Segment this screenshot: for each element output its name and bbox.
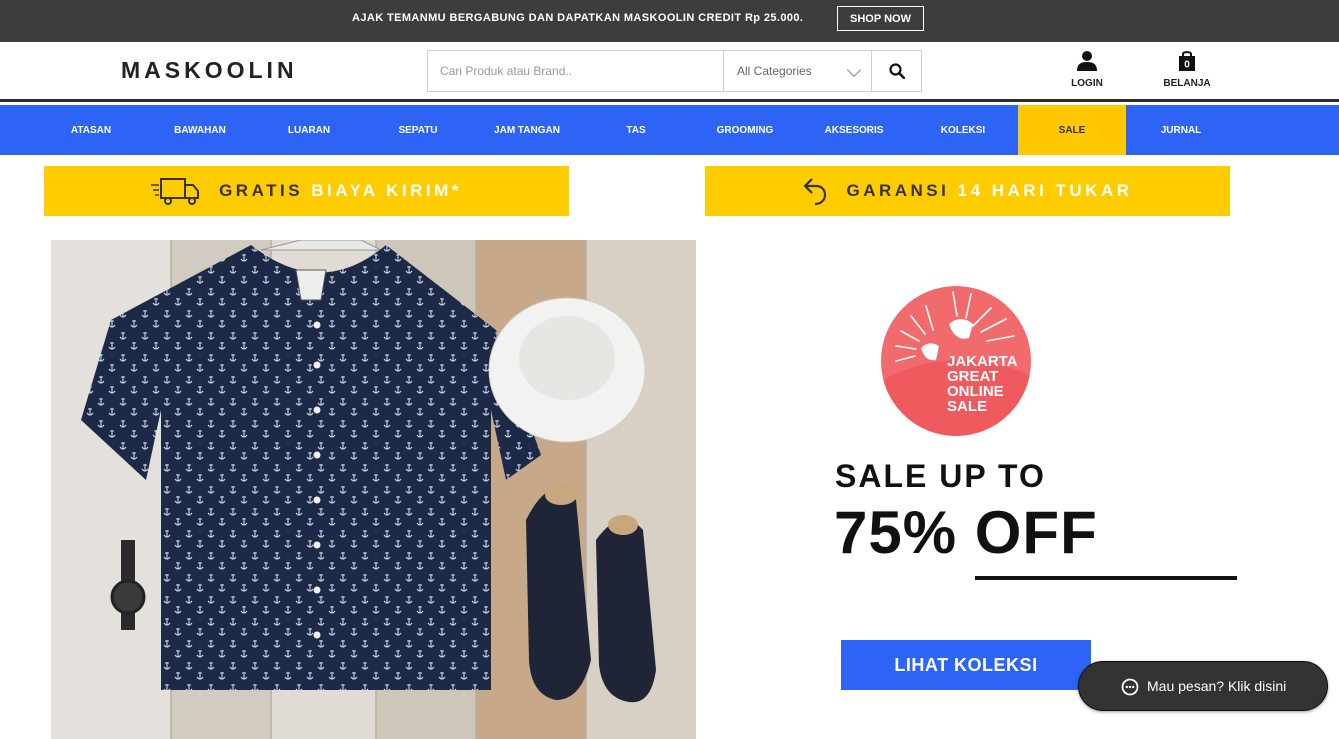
nav-item-grooming[interactable]: GROOMING xyxy=(691,105,799,155)
badge-line-2: GREAT xyxy=(947,368,999,385)
discount-text: 75% OFF xyxy=(834,499,1098,566)
nav-item-bawahan[interactable]: BAWAHAN xyxy=(146,105,254,155)
warranty-label-1: GARANSI xyxy=(846,181,950,200)
nav-item-jurnal[interactable]: JURNAL xyxy=(1127,105,1235,155)
promo-bar: AJAK TEMANMU BERGABUNG DAN DAPATKAN MASK… xyxy=(0,0,1339,42)
headline-underline xyxy=(975,576,1237,580)
chat-label: Mau pesan? Klik disini xyxy=(1147,678,1287,694)
promo-text: AJAK TEMANMU BERGABUNG DAN DAPATKAN MASK… xyxy=(352,12,804,24)
badge-line-3: ONLINE xyxy=(947,383,1004,400)
nav-item-jam-tangan[interactable]: JAM TANGAN xyxy=(473,105,581,155)
warranty-label-2: 14 HARI TUKAR xyxy=(957,181,1133,200)
chat-widget-button[interactable]: Mau pesan? Klik disini xyxy=(1078,661,1328,711)
user-icon xyxy=(1077,51,1097,71)
return-arrow-icon xyxy=(804,178,827,206)
delivery-truck-icon xyxy=(151,178,200,205)
login-label: LOGIN xyxy=(1071,78,1103,89)
free-shipping-banner[interactable]: GRATIS BIAYA KIRIM* xyxy=(44,166,569,216)
nav-item-koleksi[interactable]: KOLEKSI xyxy=(909,105,1017,155)
site-header: MASKOOLIN Cari Produk atau Brand.. All C… xyxy=(0,42,1339,102)
free-shipping-label-2: BIAYA KIRIM* xyxy=(311,181,462,200)
category-select-value: All Categories xyxy=(737,64,812,78)
badge-line-1: JAKARTA xyxy=(947,353,1018,370)
jakarta-great-online-sale-badge: JAKARTA GREAT ONLINE SALE xyxy=(881,286,1031,436)
badge-line-4: SALE xyxy=(947,398,988,415)
nav-item-sepatu[interactable]: SEPATU xyxy=(364,105,472,155)
nav-item-tas[interactable]: TAS xyxy=(582,105,690,155)
search-icon xyxy=(889,63,905,79)
login-button[interactable]: LOGIN xyxy=(1052,50,1122,89)
site-logo[interactable]: MASKOOLIN xyxy=(121,57,298,84)
search-bar: Cari Produk atau Brand.. All Categories xyxy=(427,50,922,92)
chevron-down-icon xyxy=(846,62,862,78)
nav-item-sale[interactable]: SALE xyxy=(1018,105,1126,155)
cart-label: BELANJA xyxy=(1163,78,1211,89)
hero-product-image[interactable] xyxy=(51,240,696,739)
search-input[interactable]: Cari Produk atau Brand.. xyxy=(428,51,724,91)
nav-item-atasan[interactable]: ATASAN xyxy=(37,105,145,155)
exchange-warranty-banner[interactable]: GARANSI 14 HARI TUKAR xyxy=(705,166,1230,216)
nav-item-aksesoris[interactable]: AKSESORIS xyxy=(800,105,908,155)
shop-now-button[interactable]: SHOP NOW xyxy=(837,6,924,31)
free-shipping-label-1: GRATIS xyxy=(219,181,304,200)
shopping-bag-icon: 0 xyxy=(1179,51,1195,71)
cart-button[interactable]: 0 BELANJA xyxy=(1152,50,1222,89)
search-button[interactable] xyxy=(872,51,922,91)
category-nav: ATASAN BAWAHAN LUARAN SEPATU JAM TANGAN … xyxy=(0,105,1339,155)
nav-item-luaran[interactable]: LUARAN xyxy=(255,105,363,155)
chat-bubble-icon xyxy=(1121,678,1139,696)
view-collection-button[interactable]: LIHAT KOLEKSI xyxy=(841,640,1091,690)
cart-count: 0 xyxy=(1184,60,1190,71)
badge-text: JAKARTA GREAT ONLINE SALE xyxy=(947,354,1018,414)
category-select[interactable]: All Categories xyxy=(724,51,872,91)
sale-headline: SALE UP TO xyxy=(835,458,1046,494)
